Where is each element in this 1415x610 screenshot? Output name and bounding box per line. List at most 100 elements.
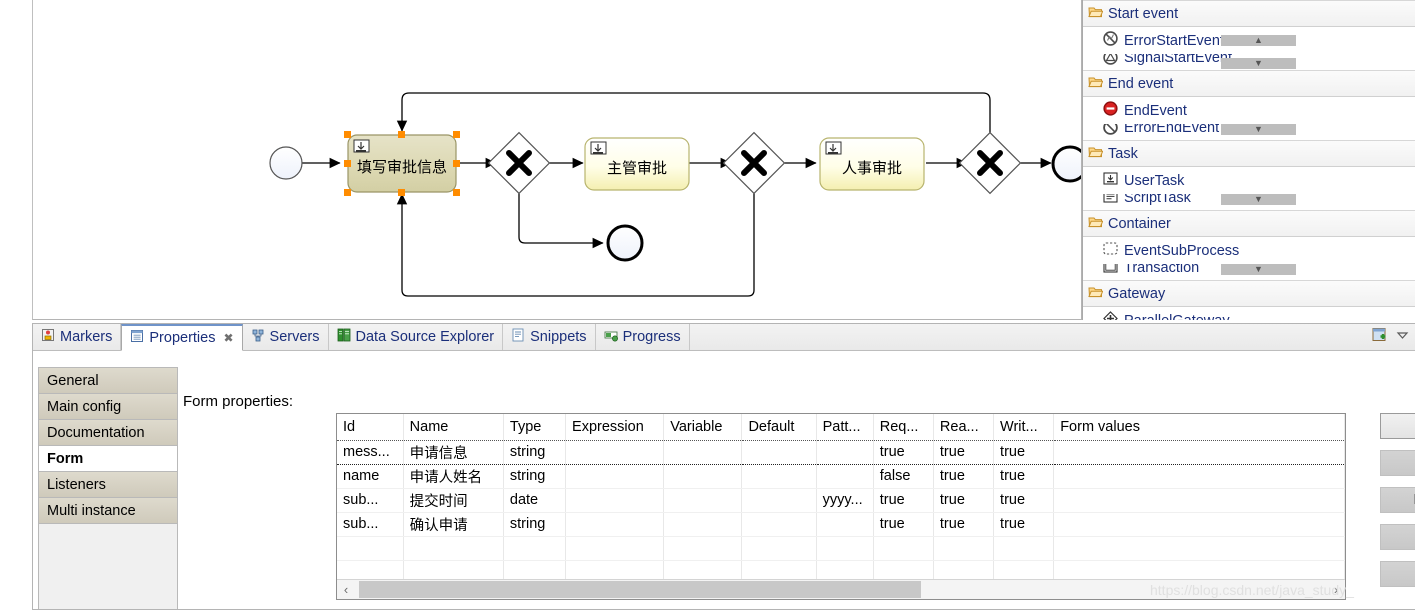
col-variable[interactable]: Variable <box>664 414 742 440</box>
palette-drawer-gateway[interactable]: Gateway <box>1083 280 1415 307</box>
parallel-gateway-icon <box>1103 311 1118 320</box>
tab-data-source-explorer[interactable]: Data Source Explorer <box>329 324 504 350</box>
cell-pattern <box>816 440 873 464</box>
form-properties-title: Form properties: <box>183 393 293 410</box>
col-id[interactable]: Id <box>337 414 403 440</box>
table-row[interactable]: sub... 确认申请 string true true true <box>337 512 1345 536</box>
col-writable[interactable]: Writ... <box>994 414 1054 440</box>
tab-progress[interactable]: Progress <box>596 324 690 350</box>
side-tab-documentation[interactable]: Documentation <box>39 420 177 446</box>
side-tab-listeners[interactable]: Listeners <box>39 472 177 498</box>
palette-drawer-start-event[interactable]: Start event <box>1083 0 1415 27</box>
side-tab-form[interactable]: Form <box>39 446 177 472</box>
palette-item-scripttask[interactable]: ScriptTask ▼ <box>1083 194 1415 210</box>
diagram-user-task-2[interactable]: 主管审批 <box>585 138 689 190</box>
cell-empty <box>566 536 664 560</box>
side-tab-main-config[interactable]: Main config <box>39 394 177 420</box>
properties-body: General Main config Documentation Form L… <box>33 351 1415 609</box>
palette-drawer-task[interactable]: Task <box>1083 140 1415 167</box>
palette-scroll-up-0[interactable]: ▲ <box>1221 35 1296 46</box>
tab-label: Snippets <box>530 329 586 345</box>
new-view-icon[interactable] <box>1372 327 1389 348</box>
palette-item-transaction[interactable]: Transaction ▼ <box>1083 264 1415 280</box>
col-required[interactable]: Req... <box>873 414 933 440</box>
col-form-values[interactable]: Form values <box>1054 414 1345 440</box>
table-row[interactable]: mess... 申请信息 string true true true <box>337 440 1345 464</box>
palette-item-parallelgateway[interactable]: ParallelGateway <box>1083 307 1415 320</box>
snippets-icon <box>511 328 525 346</box>
cell-empty <box>994 536 1054 560</box>
tab-properties[interactable]: Properties ✖ <box>121 324 242 351</box>
palette-item-label: EventSubProcess <box>1124 243 1239 259</box>
cell-id: name <box>337 464 403 488</box>
folder-open-icon <box>1088 215 1103 232</box>
cell-pattern <box>816 512 873 536</box>
diagram-end-event-2[interactable] <box>608 226 642 260</box>
diagram-gateway-2[interactable] <box>724 133 785 194</box>
cell-empty <box>742 536 816 560</box>
cell-default <box>742 440 816 464</box>
palette-item-label: ScriptTask <box>1124 194 1191 206</box>
palette-drawer-end-event[interactable]: End event <box>1083 70 1415 97</box>
palette-item-errorendevent[interactable]: ErrorEndEvent ▼ <box>1083 124 1415 140</box>
folder-open-icon <box>1088 75 1103 92</box>
col-default[interactable]: Default <box>742 414 816 440</box>
remove-button[interactable]: Remove <box>1380 487 1415 513</box>
form-properties-table[interactable]: Id Name Type Expression Variable Default… <box>336 413 1346 600</box>
col-type[interactable]: Type <box>503 414 565 440</box>
side-tab-general[interactable]: General <box>39 368 177 394</box>
palette-item-label: EndEvent <box>1124 103 1187 119</box>
diagram-user-task-3[interactable]: 人事审批 <box>820 138 924 190</box>
palette-item-eventsubprocess[interactable]: EventSubProcess <box>1083 237 1415 264</box>
diagram-end-event-1[interactable] <box>1053 147 1081 181</box>
form-properties-buttons: New Edit Remove Up Down <box>1380 413 1415 587</box>
col-name[interactable]: Name <box>403 414 503 440</box>
palette-scroll-down-3[interactable]: ▼ <box>1221 264 1296 275</box>
bpmn-diagram-canvas[interactable]: 填写审批信息 主管审批 <box>32 0 1082 320</box>
diagram-gateway-1[interactable] <box>489 133 550 194</box>
scroll-left-icon[interactable]: ‹ <box>337 582 355 597</box>
bpmn-palette[interactable]: Start event ErrorStartEvent ▲ SignalStar… <box>1082 0 1415 320</box>
cell-type: string <box>503 512 565 536</box>
close-icon[interactable]: ✖ <box>223 331 233 345</box>
cell-default <box>742 464 816 488</box>
palette-drawer-container[interactable]: Container <box>1083 210 1415 237</box>
side-tab-multi-instance[interactable]: Multi instance <box>39 498 177 524</box>
edit-button[interactable]: Edit <box>1380 450 1415 476</box>
cell-writable: true <box>994 488 1054 512</box>
cell-form-values <box>1054 488 1345 512</box>
palette-item-signalstartevent[interactable]: SignalStartEvent ▼ <box>1083 54 1415 70</box>
table-row[interactable]: name 申请人姓名 string false true true <box>337 464 1345 488</box>
palette-scroll-down-2[interactable]: ▼ <box>1221 194 1296 205</box>
col-pattern[interactable]: Patt... <box>816 414 873 440</box>
palette-drawer-label: Gateway <box>1108 286 1165 302</box>
diagram-user-task-1[interactable]: 填写审批信息 <box>344 131 460 196</box>
palette-item-endevent[interactable]: EndEvent <box>1083 97 1415 124</box>
diagram-start-event[interactable] <box>270 147 302 179</box>
up-button[interactable]: Up <box>1380 524 1415 550</box>
watermark: https://blog.csdn.net/java_study_ <box>1150 582 1354 598</box>
tab-servers[interactable]: Servers <box>243 324 329 350</box>
folder-open-icon <box>1088 145 1103 162</box>
cell-expression <box>566 440 664 464</box>
new-button[interactable]: New <box>1380 413 1415 439</box>
table-header-row: Id Name Type Expression Variable Default… <box>337 414 1345 440</box>
palette-item-errorstartevent[interactable]: ErrorStartEvent ▲ <box>1083 27 1415 54</box>
col-expression[interactable]: Expression <box>566 414 664 440</box>
tab-markers[interactable]: Markers <box>33 324 121 350</box>
palette-item-usertask[interactable]: UserTask <box>1083 167 1415 194</box>
side-tab-label: Documentation <box>47 425 145 441</box>
cell-expression <box>566 464 664 488</box>
view-menu-chevron-icon[interactable] <box>1396 328 1409 346</box>
tab-snippets[interactable]: Snippets <box>503 324 595 350</box>
table-row[interactable] <box>337 536 1345 560</box>
col-readable[interactable]: Rea... <box>933 414 993 440</box>
palette-scroll-down-1[interactable]: ▼ <box>1221 124 1296 135</box>
scroll-thumb[interactable] <box>359 581 921 598</box>
palette-drawer-label: Start event <box>1108 6 1178 22</box>
palette-scroll-down-0[interactable]: ▼ <box>1221 58 1296 69</box>
cell-readable: true <box>933 488 993 512</box>
down-button[interactable]: Down <box>1380 561 1415 587</box>
diagram-gateway-3[interactable] <box>960 133 1021 194</box>
table-row[interactable]: sub... 提交时间 date yyyy... true true true <box>337 488 1345 512</box>
